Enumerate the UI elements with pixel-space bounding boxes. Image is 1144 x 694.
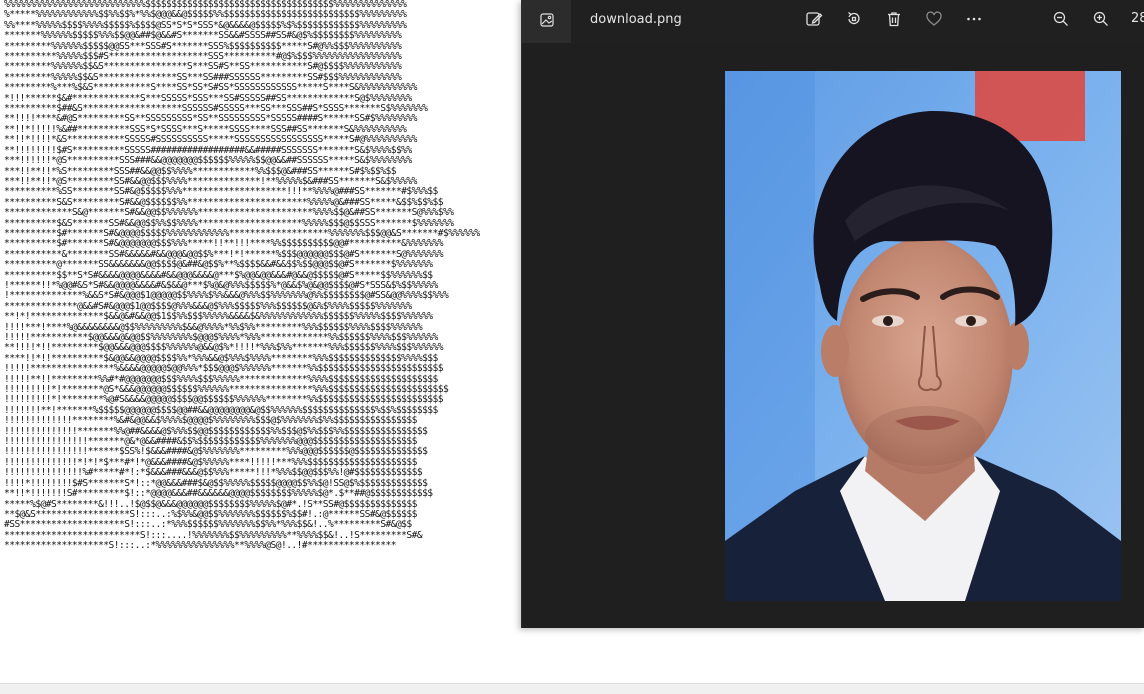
delete-button[interactable] — [881, 8, 907, 34]
file-name: download.png — [590, 12, 682, 27]
rotate-button[interactable] — [841, 8, 867, 34]
zoom-out-icon — [1052, 10, 1070, 32]
favorite-button[interactable] — [921, 8, 947, 34]
more-options-button[interactable] — [961, 8, 987, 34]
portrait-photo — [725, 71, 1121, 601]
image-icon — [539, 12, 555, 32]
edit-image-button[interactable] — [801, 8, 827, 34]
viewer-toolbar: download.png 28 — [522, 0, 1144, 43]
ascii-art-panel: %%%%%%%%%%%%%%%%%%%%%%%%%%%$$$$$$$$$$$$$… — [0, 0, 522, 693]
heart-icon — [925, 10, 943, 32]
zoom-in-icon — [1092, 10, 1110, 32]
photo-viewer-window: download.png 28 — [521, 0, 1144, 628]
zoom-out-button[interactable] — [1048, 8, 1074, 34]
displayed-photo — [725, 71, 1121, 601]
taskbar-edge — [0, 683, 1144, 694]
zoom-in-button[interactable] — [1088, 8, 1114, 34]
edit-image-icon — [805, 10, 823, 32]
trash-icon — [885, 10, 903, 32]
app-icon-button[interactable] — [522, 0, 571, 43]
ascii-art-text: %%%%%%%%%%%%%%%%%%%%%%%%%%%$$$$$$$$$$$$$… — [4, 0, 480, 552]
rotate-icon — [845, 10, 863, 32]
zoom-level-text[interactable]: 28 — [1131, 11, 1144, 26]
more-dots-icon — [965, 10, 983, 32]
